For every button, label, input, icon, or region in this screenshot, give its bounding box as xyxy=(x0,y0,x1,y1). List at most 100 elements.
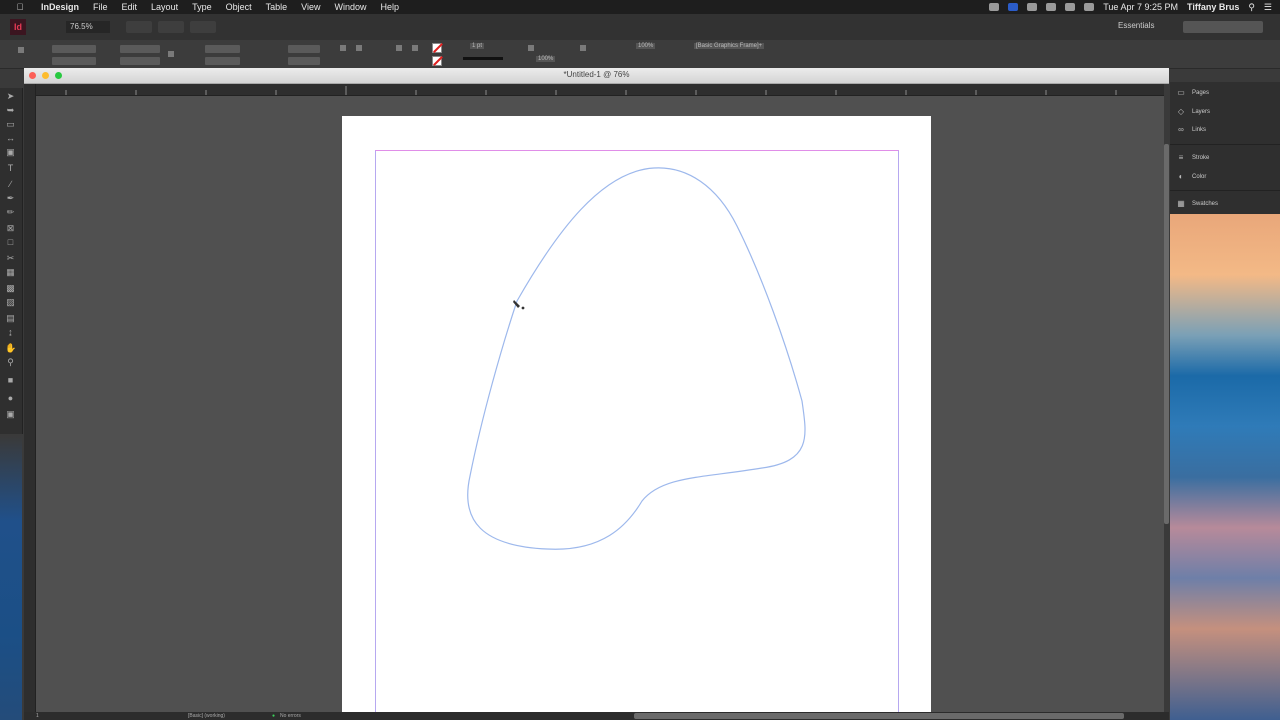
menu-table[interactable]: Table xyxy=(259,2,295,12)
document-page[interactable] xyxy=(342,116,931,712)
type-tool-icon[interactable]: T xyxy=(5,164,16,173)
opacity-field[interactable]: 100% xyxy=(536,56,556,62)
selection-tool-icon[interactable]: ➤ xyxy=(5,92,16,101)
menu-view[interactable]: View xyxy=(294,2,327,12)
menu-app[interactable]: InDesign xyxy=(34,2,86,12)
apply-color-icon[interactable]: ● xyxy=(5,394,16,403)
ruler-ticks xyxy=(65,86,1117,95)
dock-item-color[interactable]: ◐ Color xyxy=(1176,170,1207,184)
shear-field[interactable] xyxy=(288,57,320,65)
menu-type[interactable]: Type xyxy=(185,2,219,12)
pencil-tool-icon[interactable]: ✏ xyxy=(5,208,16,217)
menu-file[interactable]: File xyxy=(86,2,115,12)
fill-stroke-icon[interactable]: ■ xyxy=(5,376,16,385)
corner-size-field[interactable]: 100% xyxy=(636,43,656,49)
screen-mode-icon[interactable]: ▣ xyxy=(5,410,16,419)
workspace-switcher[interactable]: Essentials xyxy=(1118,21,1154,30)
menu-layout[interactable]: Layout xyxy=(144,2,185,12)
stroke-swatch[interactable] xyxy=(432,56,442,66)
fitting-icon[interactable] xyxy=(580,45,586,51)
gradient-swatch-tool-icon[interactable]: ▩ xyxy=(5,284,16,293)
preflight-status[interactable]: No errors xyxy=(280,713,301,719)
dock-item-pages[interactable]: ▭ Pages xyxy=(1176,86,1209,100)
page-tool-icon[interactable]: ▭ xyxy=(5,120,16,129)
dock-item-label: Pages xyxy=(1192,90,1210,96)
flip-horizontal-icon[interactable] xyxy=(396,45,402,51)
preflight-profile[interactable]: [Basic] (working) xyxy=(188,713,225,719)
pen-tool-icon[interactable]: ✒ xyxy=(5,194,16,203)
y-field[interactable] xyxy=(52,57,96,65)
view-options-button[interactable] xyxy=(126,21,152,33)
scale-y-field[interactable] xyxy=(205,57,240,65)
width-field[interactable] xyxy=(120,45,160,53)
gap-tool-icon[interactable]: ↔ xyxy=(5,134,16,143)
dock-item-links[interactable]: ∞ Links xyxy=(1176,123,1206,137)
gradient-feather-tool-icon[interactable]: ▨ xyxy=(5,298,16,307)
rotate-cw-icon[interactable] xyxy=(340,45,346,51)
dock-item-stroke[interactable]: ≡ Stroke xyxy=(1176,151,1210,165)
drawing-layer xyxy=(467,167,806,550)
rectangle-frame-tool-icon[interactable]: ⊠ xyxy=(5,224,16,233)
wifi-icon[interactable] xyxy=(1065,3,1076,11)
dock-item-swatches[interactable]: ▦ Swatches xyxy=(1176,197,1218,211)
battery-icon[interactable] xyxy=(1084,3,1095,11)
menu-edit[interactable]: Edit xyxy=(115,2,145,12)
scissors-tool-icon[interactable]: ✂ xyxy=(5,254,16,263)
constrain-proportions-icon[interactable] xyxy=(168,51,174,57)
screen-mode-button[interactable] xyxy=(158,21,184,33)
x-field[interactable] xyxy=(52,45,96,53)
vertical-scroll-thumb[interactable] xyxy=(1164,144,1169,524)
desktop-wallpaper xyxy=(1170,214,1280,720)
tools-panel: ➤ ➥ ▭ ↔ ▣ T ∕ ✒ ✏ ⊠ □ ✂ ▦ ▩ ▨ ▤ ↨ ✋ ⚲ ■ … xyxy=(0,88,23,434)
zoom-level-field[interactable]: 76.5% xyxy=(66,21,110,33)
line-tool-icon[interactable]: ∕ xyxy=(5,180,16,189)
horizontal-scroll-thumb[interactable] xyxy=(634,713,1124,719)
zoom-tool-icon[interactable]: ⚲ xyxy=(5,358,16,367)
rectangle-tool-icon[interactable]: □ xyxy=(5,238,16,247)
content-collector-icon[interactable]: ▣ xyxy=(5,148,16,157)
freeform-path[interactable] xyxy=(467,167,806,550)
vertical-ruler[interactable] xyxy=(24,84,36,712)
scale-x-field[interactable] xyxy=(205,45,240,53)
eyedropper-tool-icon[interactable]: ↨ xyxy=(5,328,16,337)
reference-point-icon[interactable] xyxy=(18,47,24,53)
menu-help[interactable]: Help xyxy=(374,2,407,12)
flip-vertical-icon[interactable] xyxy=(412,45,418,51)
stroke-weight-field[interactable]: 1 pt xyxy=(470,43,485,49)
hand-tool-icon[interactable]: ✋ xyxy=(5,344,16,353)
free-transform-tool-icon[interactable]: ▦ xyxy=(5,268,16,277)
page-number-field[interactable]: 1 xyxy=(36,713,39,719)
notification-center-icon[interactable]: ☰ xyxy=(1264,2,1272,13)
stroke-type-selector[interactable] xyxy=(463,57,503,60)
pasteboard[interactable] xyxy=(36,96,1164,712)
menu-window[interactable]: Window xyxy=(327,2,373,12)
bluetooth-icon[interactable] xyxy=(1046,3,1057,11)
spotlight-icon[interactable]: ⚲ xyxy=(1248,2,1255,13)
time-machine-icon[interactable] xyxy=(1027,3,1038,11)
swatches-icon: ▦ xyxy=(1177,199,1185,208)
fill-swatch[interactable] xyxy=(432,43,442,53)
note-tool-icon[interactable]: ▤ xyxy=(5,314,16,323)
horizontal-ruler[interactable] xyxy=(36,84,1169,96)
object-style-menu[interactable]: [Basic Graphics Frame]+ xyxy=(694,43,765,49)
menu-object[interactable]: Object xyxy=(219,2,259,12)
effects-icon[interactable] xyxy=(528,45,534,51)
stroke-icon: ≡ xyxy=(1178,153,1184,162)
screen-recorder-icon[interactable] xyxy=(1008,3,1019,11)
panel-dock: ▭ Pages ◇ Layers ∞ Links ≡ Stroke ◐ Colo… xyxy=(1170,82,1280,214)
search-field[interactable] xyxy=(1183,21,1263,33)
user-name[interactable]: Tiffany Brus xyxy=(1187,2,1239,12)
clock[interactable]: Tue Apr 7 9:25 PM xyxy=(1103,2,1178,12)
vertical-scrollbar[interactable] xyxy=(1164,84,1169,712)
dropbox-icon[interactable] xyxy=(989,3,1000,11)
arrange-documents-button[interactable] xyxy=(190,21,216,33)
dock-item-layers[interactable]: ◇ Layers xyxy=(1176,105,1210,119)
apple-menu-icon[interactable]:  xyxy=(14,2,26,12)
rotate-ccw-icon[interactable] xyxy=(356,45,362,51)
rotation-field[interactable] xyxy=(288,45,320,53)
height-field[interactable] xyxy=(120,57,160,65)
dock-divider xyxy=(1170,190,1280,191)
layers-icon: ◇ xyxy=(1177,107,1185,116)
direct-selection-tool-icon[interactable]: ➥ xyxy=(5,106,16,115)
dock-divider xyxy=(1170,144,1280,145)
